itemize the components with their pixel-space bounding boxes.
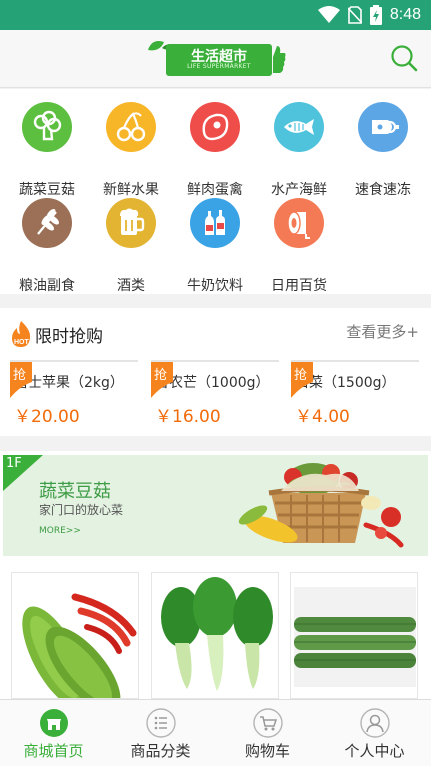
category-icon-bg [358,102,408,152]
wheat-icon [37,209,59,235]
tab-cart[interactable]: 购物车 [214,700,321,766]
hot-flame-icon: HOT [12,321,31,347]
category-icon-bg [106,102,156,152]
floor-banner: 1F 蔬菜豆菇 家门口的放心菜 MORE>> [0,451,431,560]
flash-item-price: ￥20.00 [14,407,80,427]
ham-icon [372,120,399,134]
bok-choy-image [155,577,277,698]
category-label: 速食速冻 [355,182,411,198]
product-card[interactable] [290,572,418,699]
thumbs-up-icon [266,46,286,74]
tab-categories[interactable]: 商品分类 [107,700,214,766]
tab-label: 商城首页 [23,742,84,760]
category-label: 酒类 [117,278,145,294]
category-icon-bg [106,198,156,248]
meat-icon [202,113,229,141]
category-label: 日用百货 [271,278,327,294]
category-item-daily-goods[interactable]: 日用百货 [257,198,341,294]
vegetable-basket-image [238,463,404,548]
category-item-seafood[interactable]: 水产海鲜 [257,102,341,198]
category-label: 牛奶饮料 [187,278,243,294]
broccoli-icon [33,110,62,141]
flash-sale-item[interactable]: 富士苹果（2kg） 抢 ￥20.00 [10,360,138,428]
category-icon-bg [274,102,324,152]
category-icon-bg [274,198,324,248]
banner-more-link[interactable]: MORE>> [39,526,81,536]
category-icon-bg [190,102,240,152]
bitter-melon-image [15,577,137,698]
category-label: 蔬菜豆菇 [19,182,75,198]
banner-title: 蔬菜豆菇 [39,481,111,502]
category-label: 水产海鲜 [271,182,327,198]
status-time: 8:48 [389,6,421,23]
tab-label: 商品分类 [130,742,191,760]
product-card[interactable] [151,572,279,699]
grab-tag-label: 抢 [154,368,168,383]
category-label: 粮油副食 [19,278,75,294]
flash-sale-item[interactable]: 台农芒（1000g） 抢 ￥16.00 [151,360,279,428]
bottom-tab-bar: 商城首页 商品分类 购物车 个人中心 [0,699,431,766]
category-label: 新鲜水果 [103,182,159,198]
grab-tag-label: 抢 [294,368,308,383]
category-item-dairy-drinks[interactable]: 牛奶饮料 [173,198,257,294]
battery-charging-icon [369,5,382,25]
banner-subtitle: 家门口的放心菜 [39,503,124,517]
fish-icon [284,119,314,135]
category-icon-bg [22,102,72,152]
svg-text:HOT: HOT [14,339,30,346]
beer-icon [120,208,145,235]
category-item-meat[interactable]: 鲜肉蛋禽 [173,102,257,198]
list-icon [146,708,176,738]
floor-badge: 1F [6,456,22,471]
cart-icon [253,708,283,738]
app-logo: 生活超市 LIFE SUPERMARKET [146,38,286,80]
category-item-fruits[interactable]: 新鲜水果 [89,102,173,198]
flash-sale-item[interactable]: 白菜（1500g） 抢 ￥4.00 [291,360,419,428]
category-item-frozen[interactable]: 速食速冻 [341,102,425,198]
category-item-alcohol[interactable]: 酒类 [89,198,173,294]
logo-badge: 生活超市 LIFE SUPERMARKET [166,44,272,76]
product-grid [0,560,431,699]
flash-item-price: ￥4.00 [295,407,350,427]
category-icon-bg [22,198,72,248]
category-icon-bg [190,198,240,248]
category-grid: 蔬菜豆菇 新鲜水果 鲜肉蛋禽 水产海鲜 速食速冻 粮油副食 酒类 牛奶饮料 日用… [0,89,431,294]
no-sim-icon [347,6,362,24]
loofah-image [294,577,416,698]
user-icon [360,708,390,738]
category-label: 鲜肉蛋禽 [187,182,243,198]
status-icons: 8:48 [317,4,421,26]
product-card[interactable] [11,572,139,699]
wifi-icon [317,6,340,23]
view-more-link[interactable]: 查看更多+ [346,321,419,342]
bottles-icon [205,210,225,235]
category-item-vegetables[interactable]: 蔬菜豆菇 [5,102,89,198]
flash-item-price: ￥16.00 [155,407,221,427]
category-item-grain-oil[interactable]: 粮油副食 [5,198,89,294]
search-icon[interactable] [389,43,419,73]
tab-label: 个人中心 [344,742,405,760]
flash-sale-title: 限时抢购 [35,327,103,347]
logo-subtitle: LIFE SUPERMARKET [187,63,251,70]
status-bar: 8:48 [0,0,431,30]
tab-home[interactable]: 商城首页 [0,700,107,766]
banner-vegetables[interactable]: 1F 蔬菜豆菇 家门口的放心菜 MORE>> [3,455,428,556]
tab-profile[interactable]: 个人中心 [321,700,428,766]
tissue-roll-icon [287,211,310,239]
grab-tag-label: 抢 [13,368,27,383]
flash-sale-section: HOT 限时抢购 查看更多+ 富士苹果（2kg） 抢 ￥20.00 台农芒（10… [0,308,431,436]
tab-label: 购物车 [244,742,290,760]
app-header: 生活超市 LIFE SUPERMARKET [0,30,431,88]
store-icon [40,709,68,737]
cherry-icon [116,112,146,142]
